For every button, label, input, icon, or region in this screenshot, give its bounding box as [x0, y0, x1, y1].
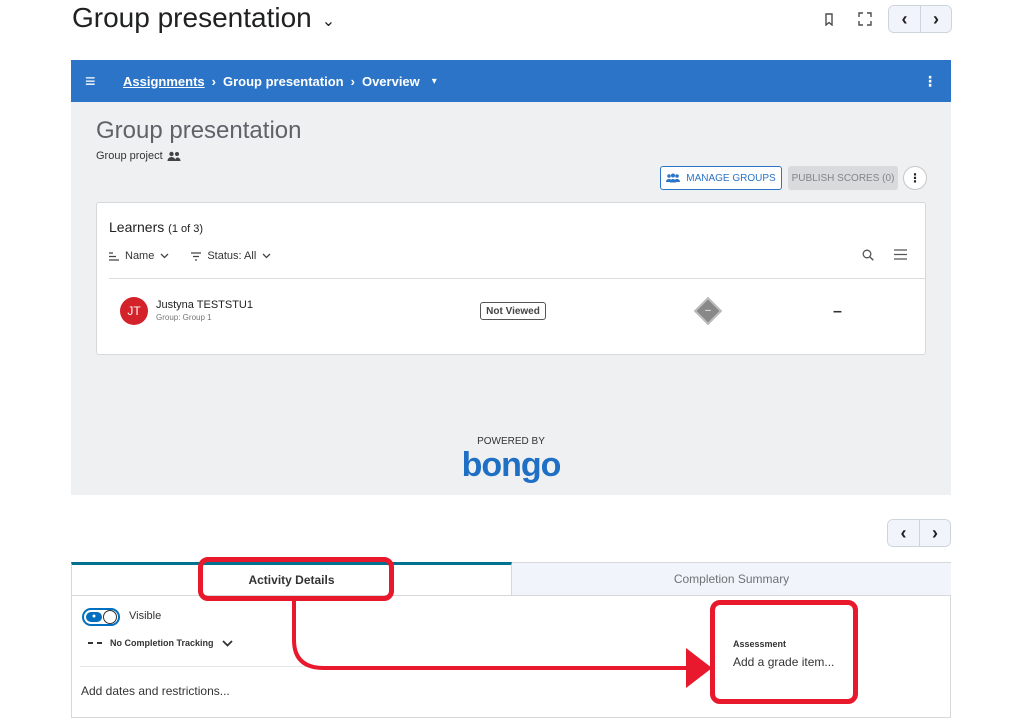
sort-icon	[109, 251, 119, 261]
breadcrumb-assignments-link[interactable]: Assignments	[123, 74, 205, 89]
breadcrumb-overview: Overview	[361, 73, 420, 89]
tab-completion-summary[interactable]: Completion Summary	[512, 562, 951, 595]
add-grade-item-link[interactable]: Add a grade item...	[733, 655, 834, 669]
next-topic-button[interactable]: ›	[920, 6, 951, 32]
completion-tracking-dropdown[interactable]: No Completion Tracking	[88, 638, 233, 648]
learners-tools	[862, 249, 907, 261]
learner-group: Group: Group 1	[156, 313, 212, 322]
learners-filters: Name Status: All	[109, 250, 271, 262]
page-title[interactable]: Group presentation ⌄	[72, 2, 335, 34]
learner-name[interactable]: Justyna TESTSTU1	[156, 299, 253, 311]
topic-pager: ‹ ›	[888, 5, 952, 33]
learners-count: (1 of 3)	[168, 223, 204, 235]
page-title-text: Group presentation	[72, 2, 312, 33]
add-dates-link[interactable]: Add dates and restrictions...	[81, 684, 230, 698]
dashed-line-icon	[88, 642, 102, 644]
learners-card: Learners (1 of 3) Name Status: All JT Ju…	[96, 202, 926, 355]
bongo-frame: ≡ Assignments › Group presentation › Ove…	[71, 60, 951, 495]
previous-button[interactable]: ‹	[888, 520, 919, 546]
bongo-logo: bongo	[461, 446, 562, 484]
kebab-menu-icon[interactable]: ⋮	[923, 73, 937, 90]
status-filter[interactable]: Status: All	[191, 250, 271, 262]
chevron-down-icon	[262, 253, 271, 259]
assignment-type-label: Group project	[96, 150, 163, 162]
divider	[80, 666, 680, 667]
assessment-heading: Assessment	[733, 639, 787, 649]
sort-control[interactable]: Name	[109, 250, 169, 262]
status-filter-label: Status: All	[207, 250, 257, 262]
bottom-pager: ‹ ›	[887, 519, 951, 547]
next-button[interactable]: ›	[919, 520, 950, 546]
avatar: JT	[120, 297, 148, 325]
groups-icon	[666, 173, 681, 183]
score-value: –	[833, 303, 842, 320]
chevron-down-icon	[221, 639, 233, 647]
divider	[109, 278, 925, 279]
details-tabs: Activity Details Completion Summary	[71, 562, 951, 596]
chevron-down-icon	[160, 253, 169, 259]
completion-tracking-label: No Completion Tracking	[110, 638, 214, 648]
assignment-type: Group project	[96, 150, 181, 162]
grade-diamond-mark: –	[705, 305, 711, 316]
status-badge: Not Viewed	[480, 302, 546, 320]
search-icon[interactable]	[862, 249, 874, 261]
visible-label: Visible	[129, 610, 162, 622]
sort-label: Name	[125, 250, 155, 262]
previous-topic-button[interactable]: ‹	[889, 6, 920, 32]
manage-groups-button[interactable]: MANAGE GROUPS	[660, 166, 782, 190]
breadcrumb-assignment: Group presentation	[222, 73, 344, 89]
toggle-knob	[103, 610, 117, 624]
manage-groups-label: MANAGE GROUPS	[686, 172, 776, 184]
menu-icon[interactable]: ≡	[85, 71, 101, 92]
assignment-title: Group presentation	[96, 117, 302, 144]
publish-scores-button[interactable]: PUBLISH SCORES (0)	[788, 166, 898, 190]
filter-icon	[191, 251, 202, 261]
chevron-down-icon[interactable]: ⌄	[322, 11, 335, 31]
tab-activity-details[interactable]: Activity Details	[71, 562, 512, 595]
breadcrumb-separator: ›	[211, 73, 216, 89]
breadcrumb-separator: ›	[350, 73, 355, 89]
more-options-button[interactable]: ⋮	[903, 166, 927, 190]
top-toolbar: ‹ ›	[816, 5, 952, 33]
visibility-toggle[interactable]: ●	[82, 608, 120, 626]
activity-details-panel: ● Visible No Completion Tracking Add dat…	[71, 596, 951, 718]
breadcrumb-bar: ≡ Assignments › Group presentation › Ove…	[71, 60, 951, 102]
bookmark-icon[interactable]	[816, 6, 842, 32]
eye-icon: ●	[86, 612, 102, 622]
list-menu-icon[interactable]	[894, 249, 907, 260]
group-icon	[167, 151, 181, 161]
learners-heading-text: Learners	[109, 219, 165, 235]
caret-down-icon[interactable]: ▾	[432, 76, 437, 87]
learners-heading: Learners (1 of 3)	[109, 219, 203, 235]
fullscreen-icon[interactable]	[852, 6, 878, 32]
